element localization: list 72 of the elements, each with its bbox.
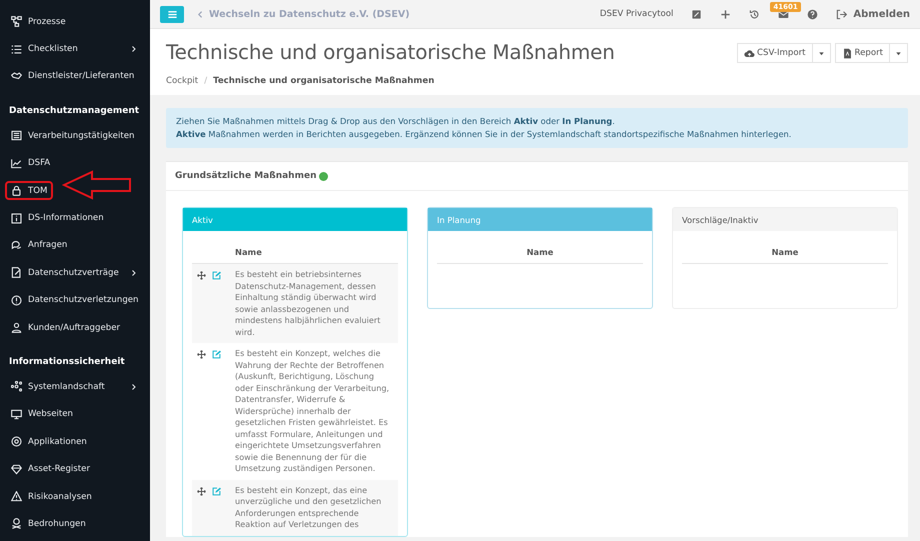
lock-icon xyxy=(11,185,22,196)
move-icon xyxy=(197,271,206,280)
panel-header: Aktiv xyxy=(183,208,407,231)
sidebar-item[interactable]: Dienstleister/Lieferanten xyxy=(5,66,140,86)
menu-icon xyxy=(166,8,178,20)
report-button[interactable]: Report xyxy=(834,43,890,63)
sidebar-item[interactable]: Datenschutzverträge xyxy=(5,263,125,282)
pdf-file-icon xyxy=(842,48,852,58)
alert-icon xyxy=(11,294,22,306)
table-cell-text: Es besteht ein Konzept, das eine unverzügliche und den gesetzlichen Anforderungen entsprechende Reaktion auf Verletzungen des xyxy=(235,484,382,530)
sidebar-item[interactable]: Systemlandschaft xyxy=(5,377,111,396)
sidebar-item[interactable]: Anfragen xyxy=(5,236,74,255)
page-title: Technische und organisatorische Maßnahmen xyxy=(166,40,615,64)
move-handle[interactable] xyxy=(197,271,206,280)
panel-header: Vorschläge/Inaktiv xyxy=(673,208,897,231)
section-heading: Informationssicherheit xyxy=(8,356,126,370)
plus-icon xyxy=(720,8,732,20)
table-cell-text: Es besteht ein betriebsinternes Datenschutz-Management, dessen Einhaltung ständig überwacht wird sowie anlassbezogenen und mindestens halbjährlichen evaluiert wird. xyxy=(235,269,382,338)
network-icon xyxy=(11,381,22,392)
document-edit-icon xyxy=(11,267,22,278)
logout-icon xyxy=(836,8,848,20)
sidebar-item[interactable]: Applikationen xyxy=(5,432,93,452)
table-icon xyxy=(11,130,22,142)
edit-icon xyxy=(212,486,221,496)
line-chart-icon xyxy=(11,158,22,169)
sidebar-item[interactable]: Kunden/Auftraggeber xyxy=(5,318,126,338)
sidebar-item[interactable]: Risikoanalysen xyxy=(5,487,98,506)
person-icon xyxy=(11,322,22,334)
move-icon xyxy=(197,486,206,496)
table-cell-text: Es besteht ein Konzept, welches die Wahrung der Rechte der Betroffenen (Auskunft, Berichtigung, Löschung oder Einschränkung der Verarbeitung, Datentransfer, Widerrufe & Widersprüche) innerhalb der gesetzlichen Fristen gewährleistet. Es umfasst Formulare, Anleitungen und eingerichtete Umsetzungsverfahren sowie die Benennung der für die Umsetzung zuständigen Personen. xyxy=(235,348,390,474)
edit-icon xyxy=(212,350,221,359)
sidebar-item[interactable]: Datenschutzverletzungen xyxy=(5,290,145,310)
arrow-annotation xyxy=(62,168,132,201)
column-header: Name xyxy=(437,241,643,264)
column-header: Name xyxy=(682,241,888,264)
skull-icon xyxy=(11,518,22,530)
edit-icon xyxy=(691,8,702,20)
edit-icon xyxy=(212,271,221,280)
chat-icon xyxy=(11,240,22,251)
move-handle[interactable] xyxy=(197,350,206,359)
cloud-upload-icon xyxy=(744,48,756,58)
move-handle[interactable] xyxy=(197,486,206,496)
logout-link[interactable]: Abmelden xyxy=(836,8,910,20)
panel-header: In Planung xyxy=(428,208,652,231)
sidebar-item[interactable]: TOM xyxy=(5,181,54,200)
sidebar-item[interactable]: DSFA xyxy=(5,154,56,173)
list-icon xyxy=(11,44,22,55)
sidebar-item[interactable]: Webseiten xyxy=(5,404,79,424)
diamond-icon xyxy=(11,464,22,475)
warning-icon xyxy=(11,491,22,502)
chevron-left-icon xyxy=(196,10,205,18)
info-message: Ziehen Sie Maßnahmen mittels Drag & Drop aus den Vorschlägen in den Bereich Aktiv oder In Planung. Aktive Maßnahmen werden in Berichten ausgegeben. Ergänzend können Sie in der Systemlandschaft standortspezifische Maßnahmen hinterlegen. xyxy=(166,108,908,148)
target-icon xyxy=(11,436,22,448)
section-title: Grundsätzliche Maßnahmen xyxy=(175,171,316,181)
history-icon xyxy=(749,8,760,20)
flowchart-icon xyxy=(11,16,22,28)
import-button[interactable]: CSV-Import xyxy=(737,43,812,63)
info-icon xyxy=(11,212,22,224)
sidebar-item[interactable]: Prozesse xyxy=(5,12,72,32)
help-icon xyxy=(807,8,818,20)
section-heading: Datenschutzmanagement xyxy=(8,105,140,118)
sidebar-item[interactable]: Bedrohungen xyxy=(5,514,92,534)
move-icon xyxy=(197,350,206,359)
sidebar-item[interactable]: Checklisten xyxy=(5,40,84,59)
breadcrumb-link[interactable]: Cockpit xyxy=(166,76,198,86)
sidebar-item[interactable]: Asset-Register xyxy=(5,460,96,479)
breadcrumb-separator: / xyxy=(204,76,208,86)
monitor-icon xyxy=(11,408,22,420)
app-name: DSEV Privacytool xyxy=(600,9,674,19)
sidebar-item[interactable]: DS-Informationen xyxy=(5,208,110,228)
sidebar-item[interactable]: Verarbeitungstätigkeiten xyxy=(5,126,140,146)
breadcrumb-current: Technische und organisatorische Maßnahmen xyxy=(213,76,434,86)
